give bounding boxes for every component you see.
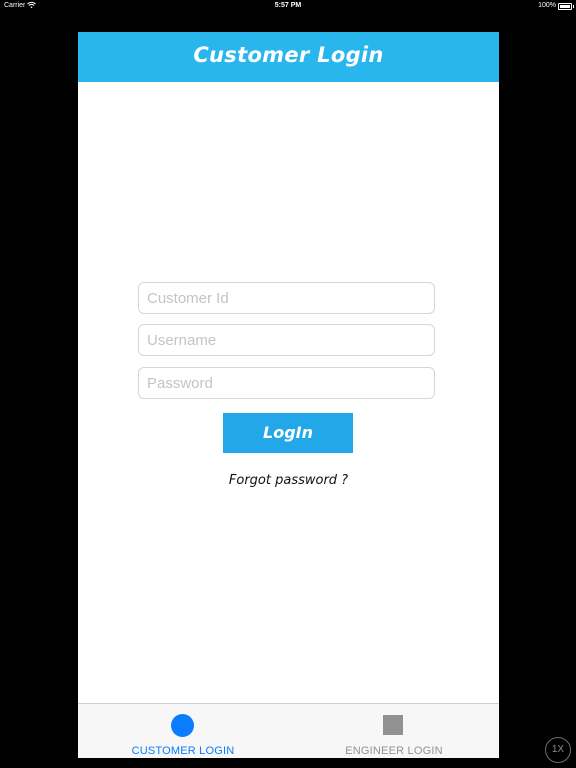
battery-percentage: 100% [538,2,556,9]
forgot-password-link[interactable]: Forgot password ? [78,473,499,488]
tab-label: CUSTOMER LOGIN [131,745,235,757]
customer-id-input[interactable] [138,282,435,314]
status-time: 5:57 PM [274,2,302,9]
status-bar: Carrier 5:57 PM 100% [0,0,576,13]
zoom-toggle-button[interactable]: 1X [545,737,571,763]
page-title: Customer Login [193,43,384,67]
username-input[interactable] [138,324,435,356]
square-icon [383,715,403,735]
login-button[interactable]: LogIn [223,413,353,453]
tab-customer-login[interactable]: CUSTOMER LOGIN [78,704,288,758]
password-input[interactable] [138,367,435,399]
app-screen: Customer Login LogIn Forgot password ? C… [78,32,499,758]
tab-label: ENGINEER LOGIN [345,745,443,757]
battery-icon [558,3,574,10]
navigation-bar: Customer Login [78,32,499,82]
tab-engineer-login[interactable]: ENGINEER LOGIN [289,704,499,758]
circle-icon [171,714,194,737]
tab-bar: CUSTOMER LOGIN ENGINEER LOGIN [78,703,499,758]
